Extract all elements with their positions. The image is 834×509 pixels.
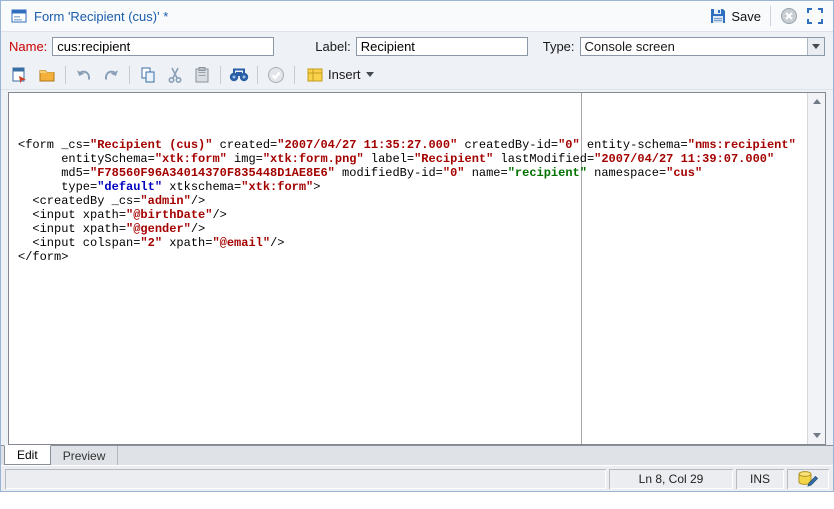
toolbar-separator [220,65,221,84]
cut-icon [168,67,182,83]
insert-icon [307,68,323,81]
code-area[interactable]: <form _cs="Recipient (cus)" created="200… [9,93,807,444]
validate-check-icon [268,66,284,83]
toolbar-separator [294,65,295,84]
open-button[interactable] [34,63,60,87]
redo-icon [105,70,118,79]
status-bar: Ln 8, Col 29 INS [1,465,833,491]
type-select-value: Console screen [584,38,675,54]
toolbar-separator [129,65,130,84]
paste-icon [195,66,209,82]
type-select[interactable]: Console screen [579,36,825,56]
redo-button[interactable] [98,63,124,87]
titlebar-separator [770,6,771,26]
name-input[interactable] [52,36,275,56]
status-message-panel [5,468,606,489]
insert-button[interactable]: Insert [300,63,381,87]
form-editor-window: Form 'Recipient (cus)' * Save Name: Labe… [0,0,834,492]
code-line: <input colspan="2" xpath="@email"/> [18,236,285,250]
close-icon[interactable] [780,7,798,25]
name-label: Name: [9,38,48,54]
save-label: Save [731,8,761,24]
database-status-panel [787,468,829,489]
new-form-icon [12,67,26,83]
toolbar-separator [65,65,66,84]
undo-button[interactable] [71,63,97,87]
type-select-arrow[interactable] [807,37,824,55]
tab-preview[interactable]: Preview [51,446,119,465]
arrow-up-icon [812,99,821,104]
copy-button[interactable] [135,63,161,87]
scroll-up-button[interactable] [808,93,825,110]
code-line: <input xpath="@birthDate"/> [18,208,227,222]
fullscreen-icon[interactable] [807,8,823,24]
title-bar: Form 'Recipient (cus)' * Save [1,1,833,32]
scroll-down-button[interactable] [808,427,825,444]
code-line: entitySchema="xtk:form" img="xtk:form.pn… [18,152,775,166]
code-line: <form _cs="Recipient (cus)" created="200… [18,138,796,152]
chevron-down-icon [812,43,820,49]
code-line: <createdBy _cs="admin"/> [18,194,206,208]
paste-button[interactable] [189,63,215,87]
code-line: </form> [18,250,69,264]
type-label: Type: [542,38,575,54]
vertical-scrollbar[interactable] [807,93,825,444]
cursor-position: Ln 8, Col 29 [609,468,733,489]
xml-source-editor: <form _cs="Recipient (cus)" created="200… [8,92,826,445]
validate-button[interactable] [263,63,289,87]
edit-toolbar: Insert [1,60,833,90]
cut-button[interactable] [162,63,188,87]
code-line: <input xpath="@gender"/> [18,222,206,236]
database-edit-icon [798,471,819,487]
insert-label: Insert [328,67,361,82]
tab-edit[interactable]: Edit [4,445,51,465]
toolbar-separator [257,65,258,84]
chevron-down-icon [365,72,374,77]
open-folder-icon [39,69,55,81]
find-button[interactable] [226,63,252,87]
code-line: md5="F78560F96A34014370F835448D1AE8E6" m… [18,166,703,180]
binoculars-icon [229,68,249,81]
copy-icon [141,67,155,82]
insert-mode-indicator: INS [736,468,784,489]
fields-bar: Name: Label: Type: Console screen [1,32,833,60]
code-line: type="default" xtkschema="xtk:form"> [18,180,321,194]
arrow-down-icon [812,433,821,438]
bottom-tabs: Edit Preview [1,445,833,465]
save-button[interactable]: Save [710,8,761,24]
label-label: Label: [315,38,351,54]
form-window-icon [11,8,27,24]
save-icon [710,8,726,24]
label-input[interactable] [355,36,528,56]
window-title: Form 'Recipient (cus)' * [34,8,169,24]
undo-icon [77,70,90,79]
new-form-button[interactable] [7,63,33,87]
